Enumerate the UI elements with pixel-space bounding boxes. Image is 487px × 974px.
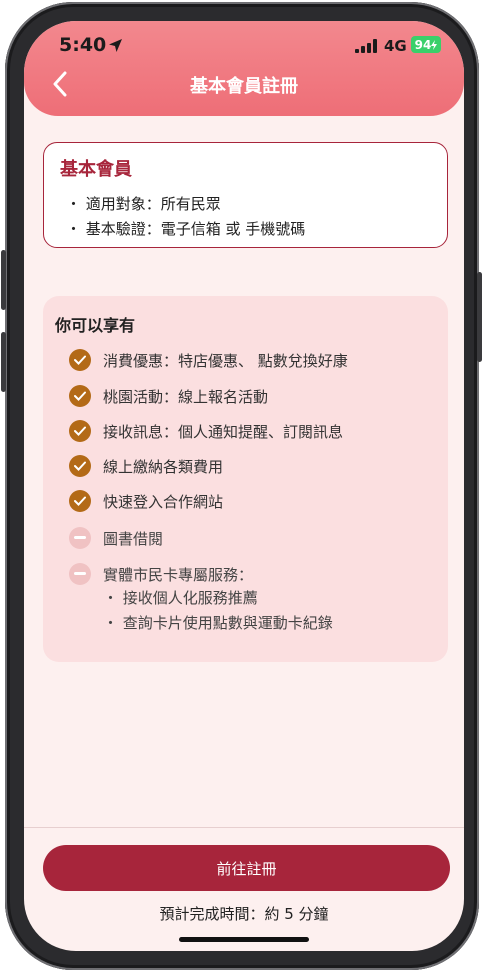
location-arrow-icon: [109, 39, 122, 52]
page-title: 基本會員註冊: [190, 76, 298, 97]
check-icon: [69, 490, 91, 512]
benefit-sub-item: ・ 查詢卡片使用點數與運動卡紀錄: [103, 614, 333, 632]
check-icon: [69, 420, 91, 442]
benefit-text: 消費優惠：特店優惠、 點數兌換好康: [103, 351, 348, 370]
benefit-text: 接收訊息：個人通知提醒、訂閱訊息: [103, 422, 344, 441]
minus-icon: [69, 563, 91, 585]
charging-bolt-icon: [431, 39, 438, 50]
benefit-item-unavailable: 圖書借閱: [69, 526, 163, 550]
volume-down-button: [1, 332, 6, 392]
benefit-item: 接收訊息：個人通知提醒、訂閱訊息: [69, 419, 343, 443]
register-button[interactable]: 前往註冊: [43, 845, 450, 891]
check-icon: [69, 455, 91, 477]
power-button: [477, 272, 482, 362]
benefit-text: 桃園活動：線上報名活動: [103, 387, 269, 406]
app-header: 5:40 4G 94 基本會員註冊: [24, 21, 464, 116]
screen: 5:40 4G 94 基本會員註冊 基本會員 ・ 適用對象：所有民眾 ・ 基本驗…: [24, 21, 464, 951]
benefit-text: 圖書借閱: [103, 529, 164, 548]
benefit-item: 快速登入合作網站: [69, 489, 223, 513]
benefits-title: 你可以享有: [55, 316, 136, 335]
phone-frame: 5:40 4G 94 基本會員註冊 基本會員 ・ 適用對象：所有民眾 ・ 基本驗…: [1, 2, 482, 970]
check-icon: [69, 349, 91, 371]
home-indicator[interactable]: [179, 937, 309, 942]
battery-level: 94: [414, 37, 432, 52]
benefit-sub-item: ・ 接收個人化服務推薦: [103, 589, 258, 607]
membership-card: 基本會員 ・ 適用對象：所有民眾 ・ 基本驗證：電子信箱 或 手機號碼: [43, 142, 448, 248]
benefit-text: 快速登入合作網站: [103, 492, 224, 511]
benefit-item: 線上繳納各類費用: [69, 454, 223, 478]
benefit-text: 實體市民卡專屬服務：: [103, 565, 254, 584]
benefits-panel: 你可以享有 消費優惠：特店優惠、 點數兌換好康 桃園活動：線上報名活動 接收訊息…: [43, 296, 448, 662]
signal-icon: [355, 39, 377, 53]
benefit-item: 消費優惠：特店優惠、 點數兌換好康: [69, 348, 348, 372]
membership-audience: ・ 適用對象：所有民眾: [66, 195, 221, 213]
benefit-item: 桃園活動：線上報名活動: [69, 384, 268, 408]
estimated-time: 預計完成時間：約 5 分鐘: [159, 905, 329, 923]
benefit-text: 線上繳納各類費用: [103, 457, 224, 476]
volume-up-button: [1, 250, 6, 310]
footer-divider: [24, 827, 464, 828]
membership-title: 基本會員: [60, 159, 132, 180]
minus-icon: [69, 527, 91, 549]
membership-verification: ・ 基本驗證：電子信箱 或 手機號碼: [66, 220, 306, 238]
status-time: 5:40: [59, 34, 107, 56]
network-label: 4G: [384, 37, 407, 55]
benefit-item-unavailable: 實體市民卡專屬服務：: [69, 562, 253, 586]
check-icon: [69, 385, 91, 407]
battery-icon: 94: [411, 36, 441, 53]
